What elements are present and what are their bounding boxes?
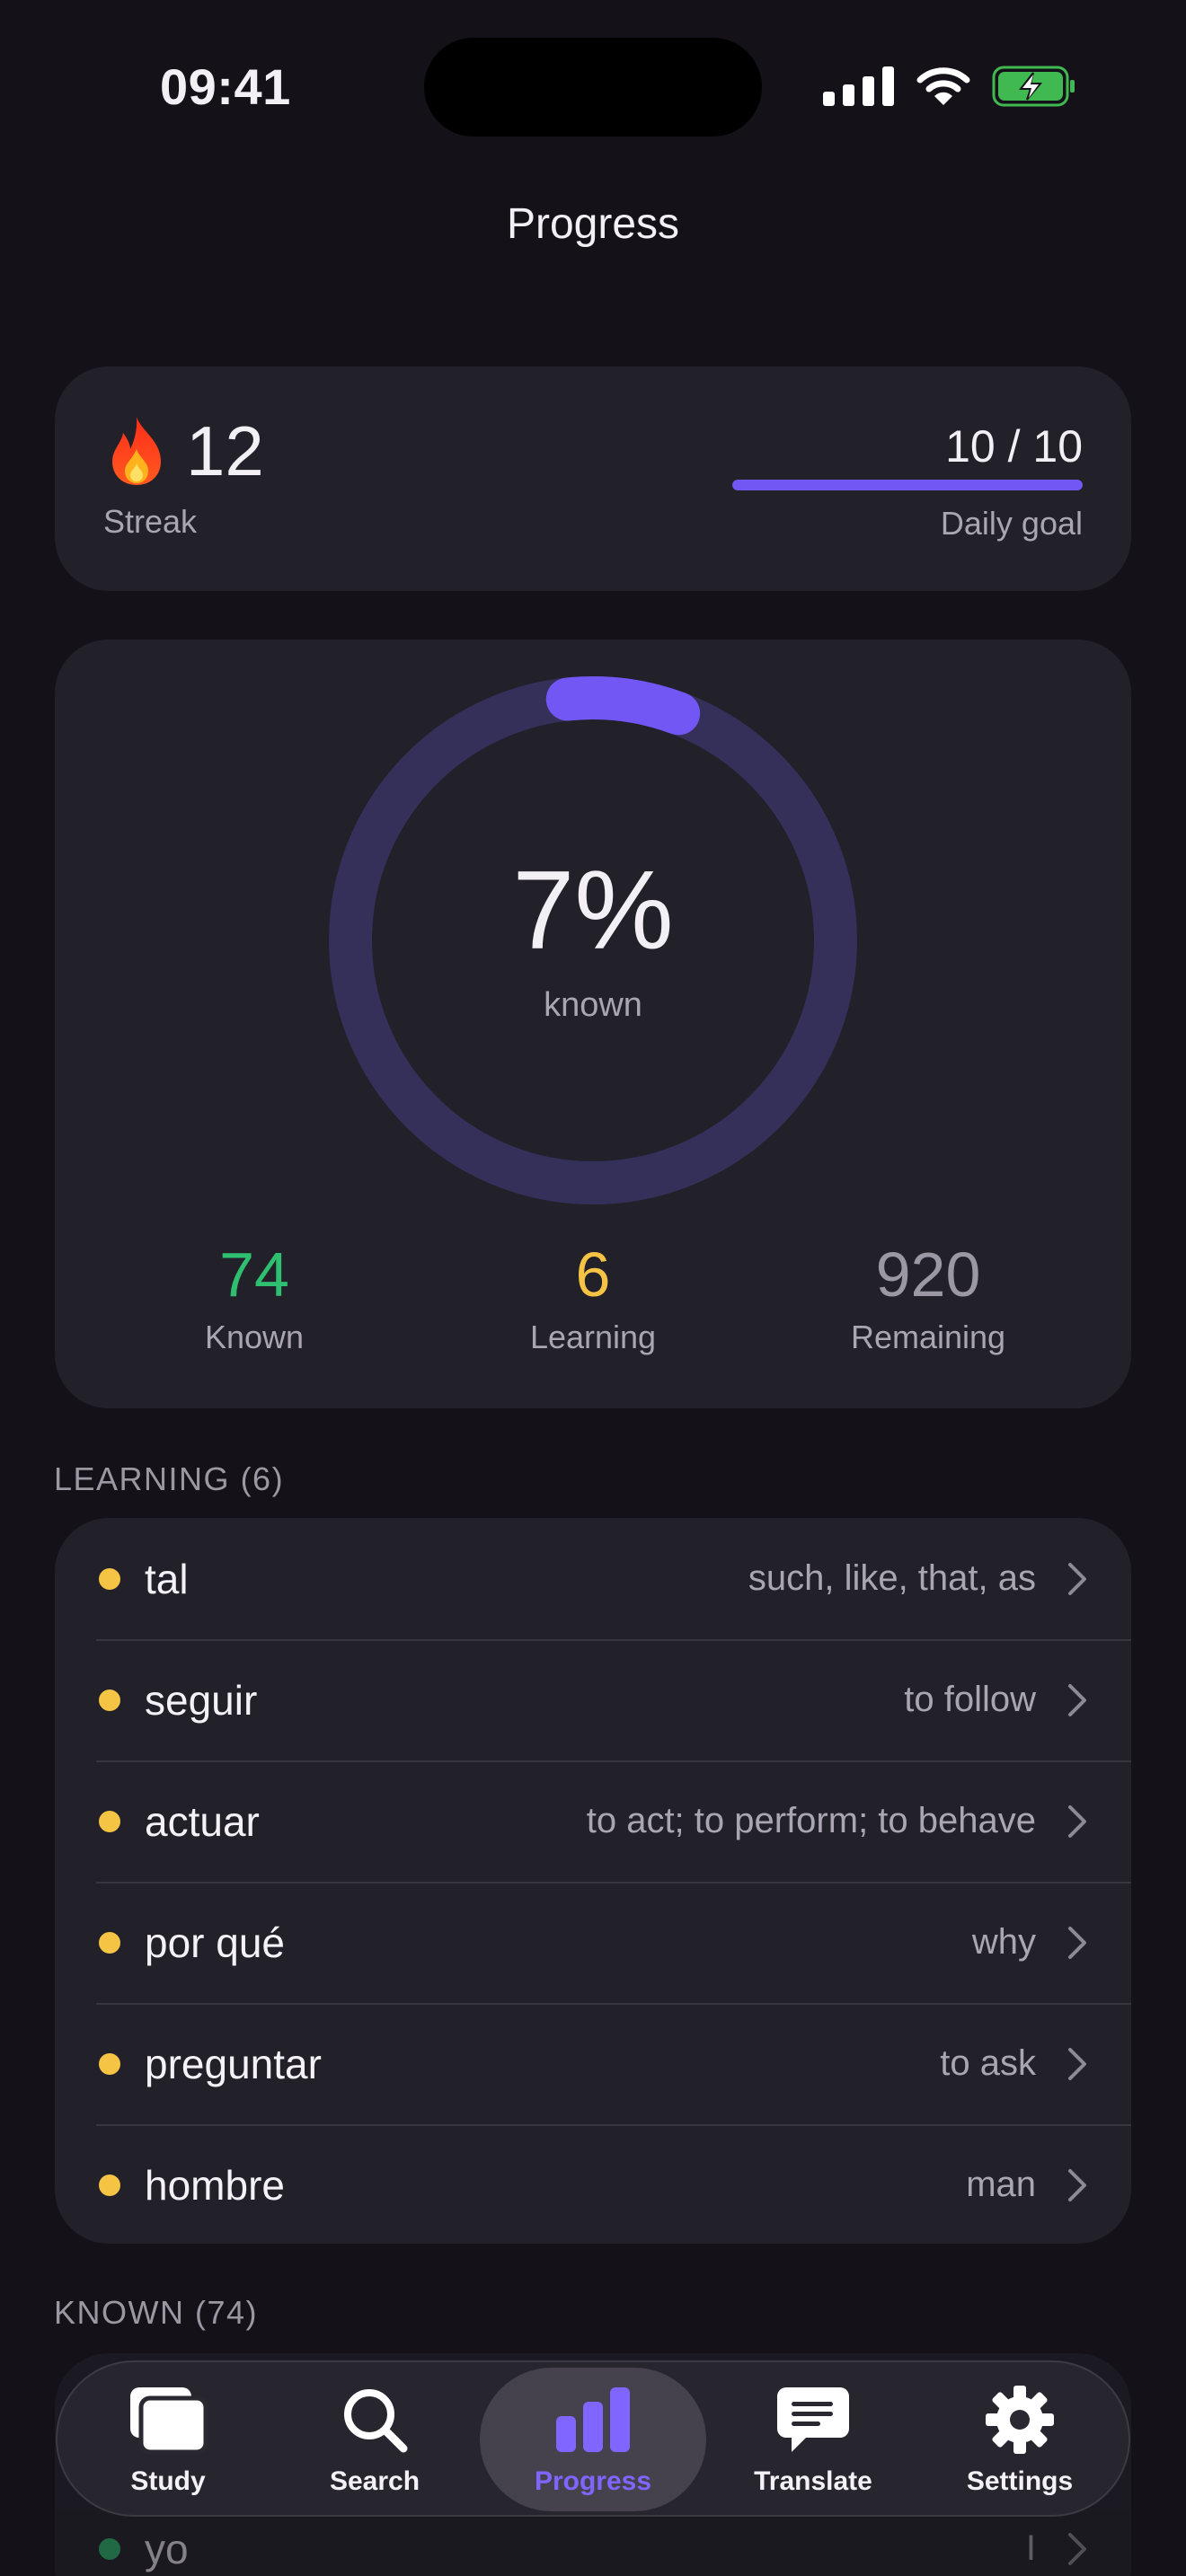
chevron-right-icon [1068, 2168, 1086, 2201]
list-item[interactable]: por qué why [55, 1882, 1131, 2003]
list-item[interactable]: hombre man [55, 2124, 1131, 2244]
learning-status-dot [99, 2174, 120, 2196]
known-percent-label: known [544, 986, 642, 1024]
daily-goal-progress-fill [732, 480, 1083, 490]
dynamic-island [424, 38, 762, 137]
known-header-count: (74) [195, 2294, 259, 2331]
learning-status-dot [99, 2052, 120, 2075]
known-status-dot [99, 2537, 120, 2560]
progress-ring-card: 7% known 74 Known 6 Learning 920 Remaini… [55, 640, 1131, 1408]
stat-learning-label: Learning [529, 1319, 657, 1355]
battery-charging-icon [992, 66, 1075, 107]
daily-goal-label: Daily goal [940, 505, 1083, 542]
learning-status-dot [99, 1689, 120, 1711]
stat-known-label: Known [204, 1319, 305, 1355]
tab-search-label: Search [329, 2466, 420, 2496]
progress-screen: 09:41 Progress 12 Streak 10 / 10 Daily g… [0, 0, 1186, 2576]
chevron-right-icon [1068, 1562, 1086, 1595]
tab-settings[interactable]: Settings [916, 2368, 1123, 2511]
tab-progress[interactable]: Progress [480, 2368, 706, 2511]
stat-remaining-value: 920 [875, 1239, 981, 1310]
wifi-icon [916, 67, 970, 105]
stat-known-value: 74 [219, 1239, 289, 1310]
word-text: actuar [145, 1797, 260, 1845]
tab-study[interactable]: Study [65, 2368, 271, 2511]
stat-learning: 6 Learning [458, 1243, 728, 1356]
word-text: seguir [145, 1676, 258, 1724]
learning-section-header: LEARNING (6) [54, 1460, 284, 1498]
streak-card: 12 Streak 10 / 10 Daily goal [55, 366, 1131, 591]
known-section-header: KNOWN (74) [54, 2294, 258, 2332]
word-meaning: to act; to perform; to behave [586, 1801, 1036, 1840]
tab-study-label: Study [130, 2466, 206, 2496]
learning-status-dot [99, 1931, 120, 1954]
learning-header-title: LEARNING [54, 1460, 231, 1497]
learning-status-dot [99, 1810, 120, 1832]
flame-icon [112, 417, 161, 485]
word-text: por qué [145, 1919, 286, 1966]
list-item[interactable]: tal such, like, that, as [55, 1518, 1131, 1639]
learning-status-dot [99, 1567, 120, 1590]
tab-progress-label: Progress [534, 2466, 652, 2496]
chevron-right-icon [1068, 1683, 1086, 1716]
chat-bubble-icon [777, 2387, 849, 2452]
gear-icon [986, 2386, 1054, 2454]
streak-display: 12 [105, 415, 264, 487]
known-percent: 7% [512, 849, 674, 973]
learning-header-count: (6) [240, 1460, 285, 1497]
streak-label: Streak [103, 503, 198, 540]
streak-count: 12 [186, 411, 264, 490]
status-icons [823, 63, 1076, 110]
daily-goal-value: 10 / 10 [945, 421, 1083, 472]
word-meaning: to ask [940, 2043, 1036, 2083]
word-text: preguntar [145, 2040, 322, 2087]
chart-icon [556, 2387, 630, 2452]
tab-settings-label: Settings [966, 2466, 1074, 2496]
tab-translate-label: Translate [754, 2466, 872, 2496]
chevron-right-icon [1068, 2532, 1086, 2565]
stat-remaining-label: Remaining [850, 1319, 1006, 1355]
search-icon [344, 2389, 408, 2453]
cellular-signal-icon [823, 66, 894, 106]
tab-bar: Study Search Progress Translate Settings [56, 2360, 1130, 2517]
word-text: hombre [145, 2161, 285, 2209]
stat-learning-value: 6 [575, 1239, 611, 1310]
daily-goal-progress-bar [732, 480, 1083, 490]
word-meaning: to follow [904, 1680, 1036, 1719]
word-text: tal [145, 1555, 189, 1602]
word-meaning: why [971, 1922, 1036, 1962]
known-header-title: KNOWN [54, 2294, 185, 2331]
tab-search[interactable]: Search [271, 2368, 478, 2511]
page-title: Progress [506, 200, 680, 248]
word-meaning: I [1025, 2528, 1036, 2568]
word-meaning: such, like, that, as [748, 1558, 1036, 1598]
tab-translate[interactable]: Translate [710, 2368, 916, 2511]
chevron-right-icon [1068, 2047, 1086, 2080]
word-meaning: man [966, 2165, 1036, 2204]
chevron-right-icon [1068, 1926, 1086, 1959]
list-item[interactable]: preguntar to ask [55, 2003, 1131, 2124]
chevron-right-icon [1068, 1804, 1086, 1838]
stat-remaining: 920 Remaining [793, 1243, 1063, 1356]
list-item[interactable]: seguir to follow [55, 1639, 1131, 1760]
stat-known: 74 Known [119, 1243, 389, 1356]
cards-icon [130, 2387, 208, 2455]
word-text: yo [145, 2525, 189, 2572]
learning-list: tal such, like, that, as seguir to follo… [55, 1518, 1131, 2244]
list-item[interactable]: actuar to act; to perform; to behave [55, 1760, 1131, 1882]
status-time: 09:41 [160, 58, 291, 115]
